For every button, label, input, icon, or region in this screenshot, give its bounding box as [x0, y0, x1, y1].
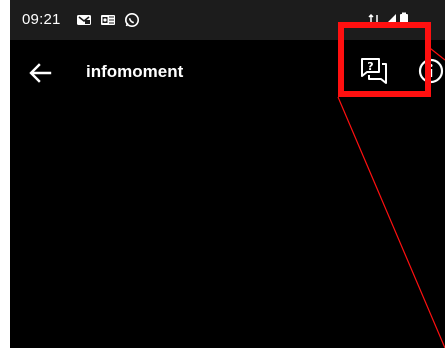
back-button[interactable] — [24, 57, 56, 89]
battery-icon — [396, 12, 412, 28]
app-toolbar: infomoment ? — [10, 40, 445, 106]
whatsapp-icon — [124, 12, 140, 28]
arrow-left-icon — [29, 63, 52, 83]
page-title: infomoment — [86, 62, 184, 81]
message-notification-icon — [76, 12, 92, 28]
question-chat-icon: ? — [361, 58, 387, 84]
info-circle-icon — [418, 58, 444, 84]
faq-button[interactable]: ? — [358, 55, 390, 87]
status-bar: 09:21 — [10, 0, 445, 40]
outlook-icon — [100, 12, 116, 28]
svg-text:?: ? — [367, 60, 373, 73]
data-transfer-icon — [366, 12, 382, 28]
status-time: 09:21 — [22, 11, 61, 28]
info-button[interactable] — [410, 54, 445, 88]
phone-screen: 09:21 infomoment ? — [10, 0, 445, 348]
content-area — [10, 106, 445, 348]
